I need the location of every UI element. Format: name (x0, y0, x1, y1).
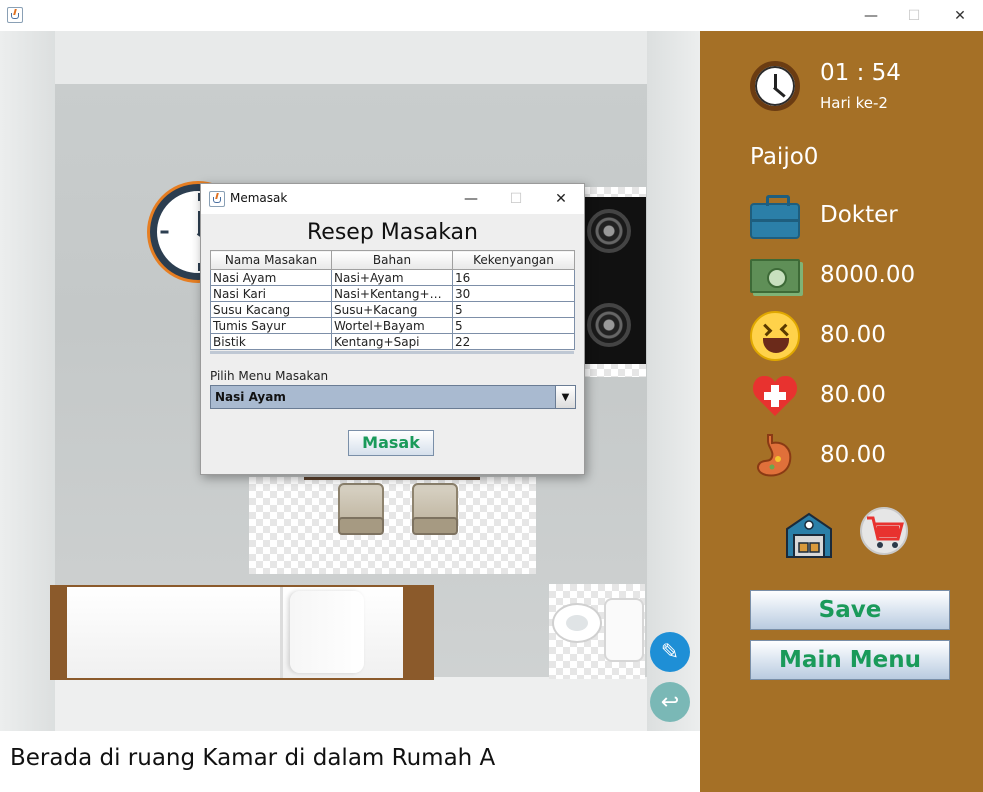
job-stat: Dokter (750, 191, 980, 241)
back-arrow-icon[interactable]: ↩ (650, 682, 690, 722)
table-cell: Tumis Sayur (210, 317, 332, 334)
java-app-icon (7, 7, 23, 23)
column-header[interactable]: Bahan (331, 250, 453, 270)
menu-select[interactable]: Nasi Ayam ▼ (210, 385, 576, 409)
table-cell: 5 (452, 301, 575, 318)
money-icon (750, 251, 800, 301)
dialog-body: Resep Masakan Nama Masakan Bahan Kekenya… (201, 214, 584, 474)
table-row[interactable]: Tumis Sayur Wortel+Bayam 5 (210, 317, 575, 334)
health-value: 80.00 (820, 382, 886, 408)
laughing-face-icon (750, 311, 800, 361)
table-cell: Susu+Kacang (331, 301, 453, 318)
left-wall (0, 31, 55, 731)
toilet[interactable] (549, 584, 645, 679)
stomach-icon (750, 431, 800, 481)
column-header[interactable]: Nama Masakan (210, 250, 332, 270)
window-titlebar: — ☐ ✕ (0, 0, 983, 31)
right-wall (647, 31, 700, 731)
menu-select-value: Nasi Ayam (215, 390, 286, 404)
hunger-stat: 80.00 (750, 431, 980, 481)
game-time: 01 : 54 (820, 60, 901, 86)
recipe-table: Nama Masakan Bahan Kekenyangan Nasi Ayam… (210, 250, 575, 350)
table-cell: 30 (452, 285, 575, 302)
table-row[interactable]: Bistik Kentang+Sapi 22 (210, 333, 575, 350)
table-cell: 5 (452, 317, 575, 334)
status-panel: 01 : 54 Hari ke-2 Paijo0 Dokter 8000.00 … (700, 31, 983, 792)
maximize-button: ☐ (907, 7, 921, 24)
table-row[interactable]: Nasi Ayam Nasi+Ayam 16 (210, 269, 575, 286)
game-day: Hari ke-2 (820, 94, 888, 112)
table-cell: Bistik (210, 333, 332, 350)
location-bar: Berada di ruang Kamar di dalam Rumah A (0, 731, 700, 792)
floor (0, 677, 700, 731)
close-button[interactable]: ✕ (937, 0, 983, 31)
save-button[interactable]: Save (750, 590, 950, 630)
stove[interactable] (583, 187, 646, 377)
ceiling (0, 31, 700, 84)
cooking-dialog: Memasak — ☐ ✕ Resep Masakan Nama Masakan… (200, 183, 585, 475)
table-cell: Wortel+Bayam (331, 317, 453, 334)
recipe-heading: Resep Masakan (307, 220, 478, 245)
dialog-minimize-button[interactable]: — (451, 184, 491, 214)
menu-select-label: Pilih Menu Masakan (210, 369, 329, 383)
table-cell: Nasi Ayam (210, 269, 332, 286)
pencil-icon[interactable]: ✎ (650, 632, 690, 672)
game-window: — ☐ ✕ ✎ ↩ Berada di ruang Kamar di dalam… (0, 0, 983, 792)
table-cell: Nasi+Ayam (331, 269, 453, 286)
dialog-maximize-button: ☐ (509, 191, 523, 207)
health-stat: 80.00 (750, 371, 980, 421)
java-app-icon (209, 191, 225, 207)
table-row[interactable]: Susu Kacang Susu+Kacang 5 (210, 301, 575, 318)
briefcase-icon (750, 191, 800, 241)
job-value: Dokter (820, 202, 898, 228)
table-cell: Nasi Kari (210, 285, 332, 302)
cook-button[interactable]: Masak (348, 430, 434, 456)
shopping-cart-icon[interactable] (860, 507, 908, 555)
location-text: Berada di ruang Kamar di dalam Rumah A (10, 745, 496, 771)
column-header[interactable]: Kekenyangan (452, 250, 575, 270)
happiness-value: 80.00 (820, 322, 886, 348)
table-bottom-edge (210, 351, 574, 354)
chevron-down-icon[interactable]: ▼ (555, 386, 575, 408)
player-name: Paijo0 (750, 144, 819, 170)
dining-chairs[interactable] (249, 477, 536, 574)
clock-icon (750, 61, 800, 111)
dialog-titlebar: Memasak — ☐ ✕ (201, 184, 584, 214)
dialog-close-button[interactable]: ✕ (541, 184, 581, 214)
happiness-stat: 80.00 (750, 311, 980, 361)
bed[interactable] (50, 585, 434, 680)
money-stat: 8000.00 (750, 251, 980, 301)
minimize-button[interactable]: — (848, 0, 894, 31)
table-cell: Susu Kacang (210, 301, 332, 318)
hunger-value: 80.00 (820, 442, 886, 468)
warehouse-icon[interactable] (784, 509, 834, 559)
table-header-row: Nama Masakan Bahan Kekenyangan (210, 250, 575, 270)
heart-plus-icon (750, 371, 800, 421)
table-cell: 22 (452, 333, 575, 350)
table-row[interactable]: Nasi Kari Nasi+Kentang+Wor... 30 (210, 285, 575, 302)
main-menu-button[interactable]: Main Menu (750, 640, 950, 680)
table-cell: Nasi+Kentang+Wor... (331, 285, 453, 302)
money-value: 8000.00 (820, 262, 916, 288)
table-cell: Kentang+Sapi (331, 333, 453, 350)
table-cell: 16 (452, 269, 575, 286)
dialog-title: Memasak (230, 191, 288, 205)
